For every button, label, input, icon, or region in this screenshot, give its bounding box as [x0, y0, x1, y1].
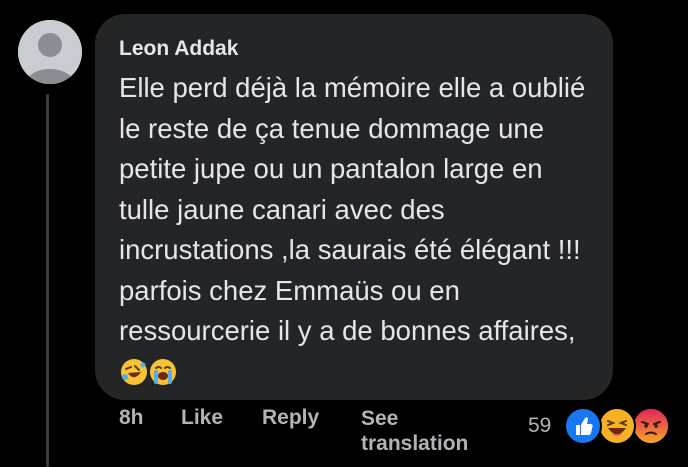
avatar[interactable]: [18, 20, 82, 84]
comment-timestamp[interactable]: 8h: [119, 406, 144, 430]
reactions-summary[interactable]: 59: [528, 404, 678, 448]
reply-button[interactable]: Reply: [262, 406, 319, 430]
like-reaction-icon: [564, 407, 602, 445]
comment-thread: Leon Addak Elle perd déjà la mémoire ell…: [0, 0, 688, 467]
loudly-crying-face-icon: [149, 357, 177, 398]
comment-bubble: Leon Addak Elle perd déjà la mémoire ell…: [95, 14, 613, 400]
see-translation-link[interactable]: See translation: [361, 406, 501, 456]
angry-reaction-icon: [632, 407, 670, 445]
reaction-count[interactable]: 59: [528, 414, 551, 438]
haha-reaction-icon: [598, 407, 636, 445]
thread-line: [46, 94, 49, 467]
like-button[interactable]: Like: [181, 406, 223, 430]
comment-text: Elle perd déjà la mémoire elle a oublié …: [119, 72, 586, 346]
default-avatar-icon: [18, 20, 82, 84]
comment-author[interactable]: Leon Addak: [119, 36, 595, 62]
comment-body: Elle perd déjà la mémoire elle a oublié …: [119, 68, 599, 397]
rolling-on-floor-laughing-icon: [120, 357, 148, 398]
